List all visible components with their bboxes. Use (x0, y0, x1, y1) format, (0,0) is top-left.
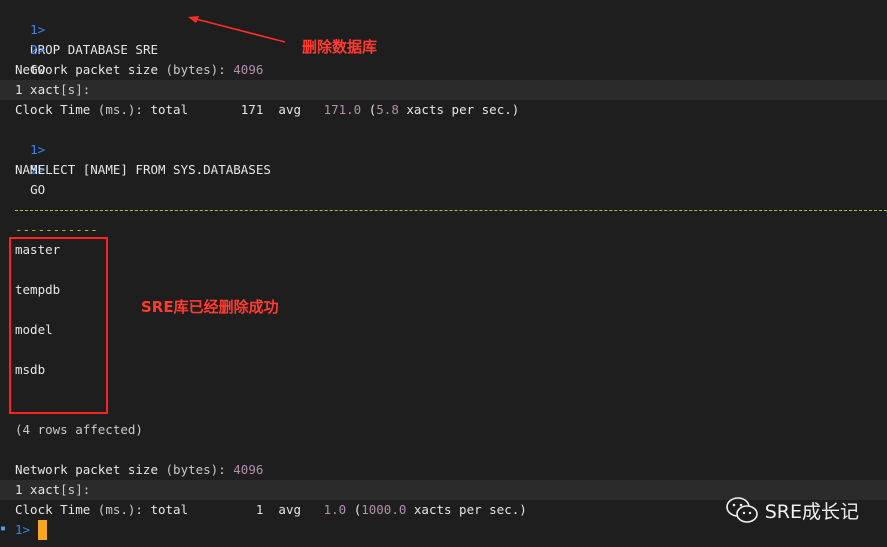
output-text: (4 rows affected) (15, 422, 143, 437)
output-text: 1 xact (15, 82, 61, 97)
output-text: (ms.): (97, 102, 143, 117)
prompt-line[interactable]: 1> (15, 520, 30, 540)
prompt-number: 1> (15, 522, 31, 537)
command-text: SELECT [NAME] FROM SYS.DATABASES (30, 162, 271, 177)
terminal-line: 1> DROP DATABASE SRE (15, 0, 158, 57)
output-text: Network packet size (15, 462, 166, 477)
highlight-box (9, 237, 108, 414)
separator-line (15, 210, 887, 211)
gutter-marker-icon: ▪ (0, 523, 7, 534)
terminal-line: 2> GO (15, 20, 45, 77)
terminal-line: Network packet size (bytes): 4096 (15, 60, 263, 80)
output-text: xacts per sec.) (406, 502, 527, 517)
terminal-line: 2> GO (15, 140, 45, 197)
column-header: NAME (15, 162, 46, 177)
terminal-line: Network packet size (bytes): 4096 (15, 460, 263, 480)
output-number: 1.0 (323, 502, 347, 517)
text-cursor[interactable] (38, 520, 47, 540)
command-text: GO (30, 182, 46, 197)
wechat-icon (725, 497, 758, 523)
annotation-sre-deleted: SRE库已经删除成功 (141, 298, 279, 316)
output-number: 4096 (233, 62, 264, 77)
output-text: Network packet size (15, 62, 166, 77)
output-text: total 1 avg (142, 502, 324, 517)
annotation-delete-db: 删除数据库 (302, 38, 378, 56)
output-text: Clock Time (15, 102, 98, 117)
annotation-arrow-icon (188, 16, 286, 43)
output-number: 171.0 (323, 102, 362, 117)
output-text: (bytes): (165, 462, 226, 477)
terminal-line: 1> SELECT [NAME] FROM SYS.DATABASES (15, 120, 271, 177)
output-text: [s]: (60, 482, 91, 497)
terminal-line: Clock Time (ms.): total 1 avg 1.0 (1000.… (15, 500, 527, 520)
prompt-number: 2> (30, 42, 46, 57)
output-text: (bytes): (165, 62, 226, 77)
output-text: 1 xact (15, 482, 61, 497)
command-text: DROP DATABASE SRE (30, 42, 158, 57)
terminal-line: 1 xact[s]: (15, 80, 90, 100)
output-number: 4096 (233, 462, 264, 477)
output-number: 5.8 (376, 102, 399, 117)
output-text: [s]: (60, 82, 91, 97)
output-text: Clock Time (15, 502, 98, 517)
watermark: SRE成长记 (725, 495, 859, 525)
terminal-line: Clock Time (ms.): total 171 avg 171.0 (5… (15, 100, 519, 120)
output-text: (ms.): (97, 502, 143, 517)
output-text: total 171 avg (142, 102, 324, 117)
terminal-line: 1 xact[s]: (15, 480, 90, 500)
line-highlight (0, 80, 887, 100)
output-number: 1000.0 (361, 502, 407, 517)
watermark-text: SRE成长记 (764, 500, 859, 523)
rows-affected: (4 rows affected) (15, 420, 143, 440)
output-text: xacts per sec.) (398, 102, 520, 117)
